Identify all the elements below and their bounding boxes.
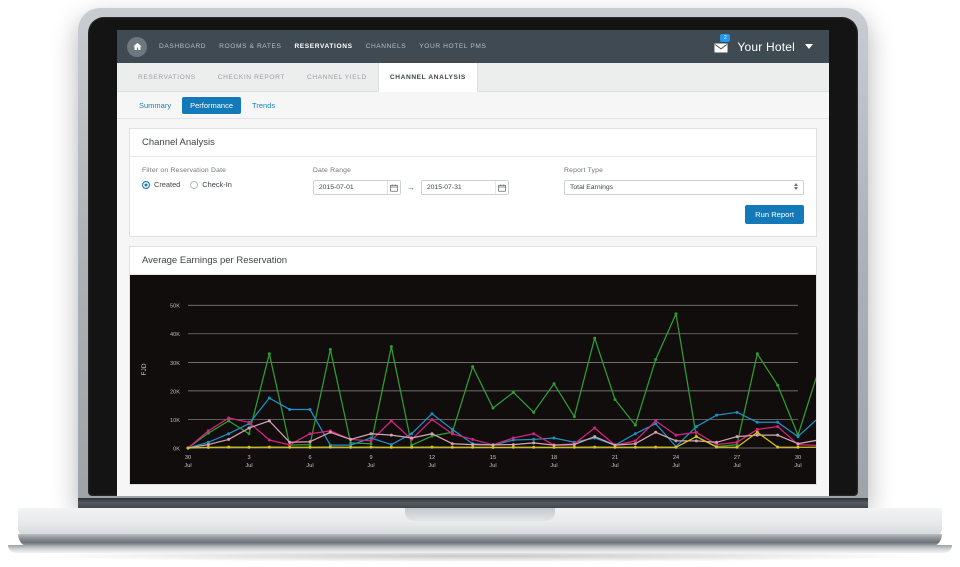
envelope-icon[interactable]: 2 xyxy=(714,34,731,53)
chart-panel: Average Earnings per Reservation 0K 10K 20… xyxy=(129,246,817,485)
nav-item-channels[interactable]: CHANNELS xyxy=(366,43,407,50)
run-report-row: Run Report xyxy=(142,205,804,224)
radio-created-indicator[interactable] xyxy=(142,180,150,189)
svg-text:0K: 0K xyxy=(173,446,180,452)
date-range-label: Date Range xyxy=(312,167,352,174)
svg-text:9: 9 xyxy=(369,455,372,461)
section-tabs-bar: RESERVATIONS CHECKIN REPORT CHANNEL YIEL… xyxy=(117,63,829,92)
end-date-input[interactable] xyxy=(421,183,495,192)
filter-panel: Channel Analysis Filter on Reservation D… xyxy=(129,128,817,237)
svg-text:6: 6 xyxy=(308,455,311,461)
top-navigation-bar: DASHBOARD ROOMS & RATES RESERVATIONS CHA… xyxy=(117,30,829,63)
view-tabs-bar: Summary Performance Trends xyxy=(117,92,829,119)
svg-text:Jul: Jul xyxy=(489,463,496,469)
tab-summary[interactable]: Summary xyxy=(131,97,179,114)
subnav-item-checkin-report[interactable]: CHECKIN REPORT xyxy=(207,63,296,91)
svg-text:Jul: Jul xyxy=(428,463,435,469)
nav-item-dashboard[interactable]: DASHBOARD xyxy=(159,43,206,50)
report-type-selected-value: Total Earnings xyxy=(570,184,614,191)
line-chart: 0K 10K 20K 30K 40K 50K FJD 30 Jul 3 Jul 6 Jul 9 Jul 12 J… xyxy=(141,304,816,469)
end-date-field[interactable] xyxy=(420,180,509,195)
laptop-base-notch xyxy=(405,508,555,521)
svg-text:50K: 50K xyxy=(170,304,180,310)
home-icon[interactable] xyxy=(127,36,147,57)
radio-created-label: Created xyxy=(154,180,181,189)
page-content: Channel Analysis Filter on Reservation D… xyxy=(117,119,829,496)
report-type-label: Report Type xyxy=(564,167,604,174)
reservation-date-filter-group: Filter on Reservation Date Created Check… xyxy=(142,167,289,189)
svg-text:Jul: Jul xyxy=(245,463,252,469)
reservation-date-filter-label: Filter on Reservation Date xyxy=(142,167,227,174)
svg-text:3: 3 xyxy=(247,455,250,461)
date-range-inputs: → xyxy=(312,180,540,195)
svg-text:FJD: FJD xyxy=(141,363,148,375)
message-count-badge: 2 xyxy=(720,34,731,42)
svg-text:30K: 30K xyxy=(170,361,180,367)
radio-checkin-indicator[interactable] xyxy=(190,180,199,189)
nav-item-your-hotel-pms[interactable]: YOUR HOTEL PMS xyxy=(419,43,486,50)
radio-option-created[interactable]: Created xyxy=(142,180,180,189)
chevron-down-icon[interactable] xyxy=(805,44,813,49)
filter-panel-body: Filter on Reservation Date Created Check… xyxy=(130,157,816,236)
stepper-down-arrow xyxy=(794,187,798,190)
svg-text:Jul: Jul xyxy=(611,463,618,469)
top-nav-right-cluster: 2 Your Hotel xyxy=(714,34,819,54)
laptop-screen: DASHBOARD ROOMS & RATES RESERVATIONS CHA… xyxy=(117,30,829,496)
svg-text:30: 30 xyxy=(185,455,191,461)
svg-text:12: 12 xyxy=(429,455,435,461)
svg-text:Jul: Jul xyxy=(550,463,557,469)
start-date-calendar-icon[interactable] xyxy=(386,181,400,194)
chart-canvas: 0K 10K 20K 30K 40K 50K FJD 30 Jul 3 Jul 6 Jul 9 Jul 12 J… xyxy=(130,275,816,484)
stepper-up-arrow xyxy=(794,183,798,186)
nav-item-rooms-and-rates[interactable]: ROOMS & RATES xyxy=(219,43,281,50)
svg-text:Jul: Jul xyxy=(733,463,740,469)
svg-text:24: 24 xyxy=(673,455,679,461)
svg-text:Jul: Jul xyxy=(306,463,313,469)
top-nav-links: DASHBOARD ROOMS & RATES RESERVATIONS CHA… xyxy=(159,43,486,50)
chart-panel-title: Average Earnings per Reservation xyxy=(130,247,816,275)
nav-item-reservations[interactable]: RESERVATIONS xyxy=(294,43,352,50)
report-type-select[interactable]: Total Earnings xyxy=(564,180,804,195)
svg-text:Jul: Jul xyxy=(794,463,801,469)
svg-text:10K: 10K xyxy=(170,418,180,424)
report-type-group: Report Type Total Earnings xyxy=(564,167,804,195)
svg-text:18: 18 xyxy=(551,455,557,461)
laptop-foot xyxy=(8,545,952,553)
tab-trends[interactable]: Trends xyxy=(244,97,283,114)
subnav-item-channel-analysis[interactable]: CHANNEL ANALYSIS xyxy=(377,63,478,92)
date-range-arrow-icon: → xyxy=(406,183,415,192)
filter-panel-title: Channel Analysis xyxy=(130,129,816,157)
svg-text:Jul: Jul xyxy=(672,463,679,469)
svg-text:40K: 40K xyxy=(170,332,180,338)
svg-text:Jul: Jul xyxy=(367,463,374,469)
screenshot-stage: DASHBOARD ROOMS & RATES RESERVATIONS CHA… xyxy=(0,0,960,567)
start-date-field[interactable] xyxy=(312,180,401,195)
svg-text:21: 21 xyxy=(612,455,618,461)
subnav-item-reservations[interactable]: RESERVATIONS xyxy=(127,63,207,91)
svg-text:30: 30 xyxy=(795,455,801,461)
run-report-button[interactable]: Run Report xyxy=(745,205,804,224)
svg-text:27: 27 xyxy=(734,455,740,461)
radio-checkin-label: Check-In xyxy=(202,180,232,189)
stepper-updown-icon[interactable] xyxy=(794,183,798,190)
end-date-calendar-icon[interactable] xyxy=(494,181,508,194)
hotel-name-label[interactable]: Your Hotel xyxy=(737,40,795,54)
svg-text:Jul: Jul xyxy=(184,463,191,469)
date-range-group: Date Range 2015-07-01 → 2015-07-31 xyxy=(312,167,540,195)
filter-controls-row: Filter on Reservation Date Created Check… xyxy=(142,167,804,195)
radio-option-checkin[interactable]: Check-In xyxy=(190,180,232,189)
svg-text:20K: 20K xyxy=(170,389,180,395)
reservation-date-radio-group: Created Check-In xyxy=(142,180,289,189)
svg-text:15: 15 xyxy=(490,455,496,461)
start-date-input[interactable] xyxy=(313,183,387,192)
tab-performance[interactable]: Performance xyxy=(182,96,242,114)
subnav-item-channel-yield[interactable]: CHANNEL YIELD xyxy=(296,63,378,91)
